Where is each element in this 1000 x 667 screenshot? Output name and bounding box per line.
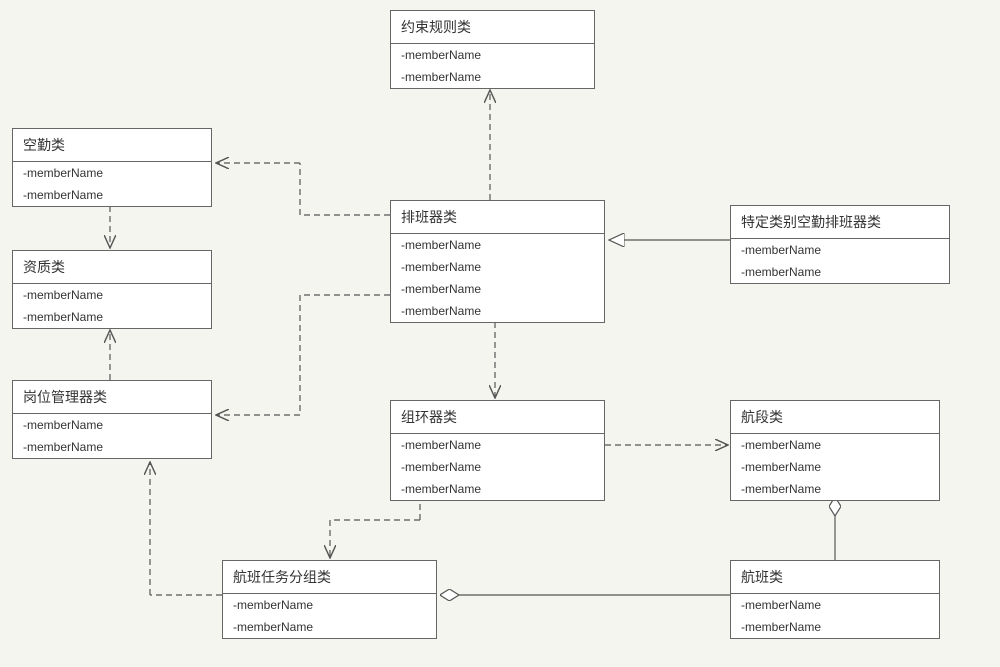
class-attributes: -memberName-memberName — [13, 162, 211, 206]
class-attribute: -memberName — [391, 66, 594, 88]
class-attribute: -memberName — [391, 44, 594, 66]
class-attribute: -memberName — [391, 300, 604, 322]
class-title: 空勤类 — [13, 129, 211, 162]
class-attributes: -memberName-memberName — [13, 414, 211, 458]
class-attributes: -memberName-memberName — [391, 44, 594, 88]
class-attribute: -memberName — [731, 616, 939, 638]
class-attribute: -memberName — [731, 434, 939, 456]
class-attributes: -memberName-memberName-memberName — [731, 434, 939, 500]
class-attribute: -memberName — [13, 414, 211, 436]
class-flight: 航班类-memberName-memberName — [730, 560, 940, 639]
class-qualification: 资质类-memberName-memberName — [12, 250, 212, 329]
class-title: 特定类别空勤排班器类 — [731, 206, 949, 239]
class-attributes: -memberName-memberName-memberName — [391, 434, 604, 500]
class-specific_scheduler: 特定类别空勤排班器类-memberName-memberName — [730, 205, 950, 284]
class-title: 岗位管理器类 — [13, 381, 211, 414]
class-attribute: -memberName — [731, 239, 949, 261]
class-title: 约束规则类 — [391, 11, 594, 44]
class-attribute: -memberName — [731, 261, 949, 283]
class-aircrew: 空勤类-memberName-memberName — [12, 128, 212, 207]
class-title: 航班类 — [731, 561, 939, 594]
class-attribute: -memberName — [391, 434, 604, 456]
class-attribute: -memberName — [731, 594, 939, 616]
class-attribute: -memberName — [731, 456, 939, 478]
class-flight_segment: 航段类-memberName-memberName-memberName — [730, 400, 940, 501]
class-attribute: -memberName — [391, 256, 604, 278]
class-title: 资质类 — [13, 251, 211, 284]
class-attribute: -memberName — [391, 278, 604, 300]
class-attribute: -memberName — [13, 184, 211, 206]
class-scheduler: 排班器类-memberName-memberName-memberName-me… — [390, 200, 605, 323]
class-attribute: -memberName — [391, 234, 604, 256]
class-attributes: -memberName-memberName — [13, 284, 211, 328]
class-title: 航班任务分组类 — [223, 561, 436, 594]
class-title: 排班器类 — [391, 201, 604, 234]
class-group_looper: 组环器类-memberName-memberName-memberName — [390, 400, 605, 501]
class-attributes: -memberName-memberName — [223, 594, 436, 638]
class-attributes: -memberName-memberName-memberName-member… — [391, 234, 604, 322]
class-constraint_rule: 约束规则类-memberName-memberName — [390, 10, 595, 89]
class-attribute: -memberName — [13, 436, 211, 458]
class-attribute: -memberName — [731, 478, 939, 500]
class-title: 组环器类 — [391, 401, 604, 434]
class-attribute: -memberName — [13, 306, 211, 328]
class-title: 航段类 — [731, 401, 939, 434]
class-attribute: -memberName — [223, 616, 436, 638]
class-attributes: -memberName-memberName — [731, 239, 949, 283]
class-attribute: -memberName — [223, 594, 436, 616]
class-attributes: -memberName-memberName — [731, 594, 939, 638]
class-attribute: -memberName — [391, 478, 604, 500]
class-flight_task_group: 航班任务分组类-memberName-memberName — [222, 560, 437, 639]
class-attribute: -memberName — [13, 162, 211, 184]
class-attribute: -memberName — [13, 284, 211, 306]
class-position_manager: 岗位管理器类-memberName-memberName — [12, 380, 212, 459]
class-attribute: -memberName — [391, 456, 604, 478]
